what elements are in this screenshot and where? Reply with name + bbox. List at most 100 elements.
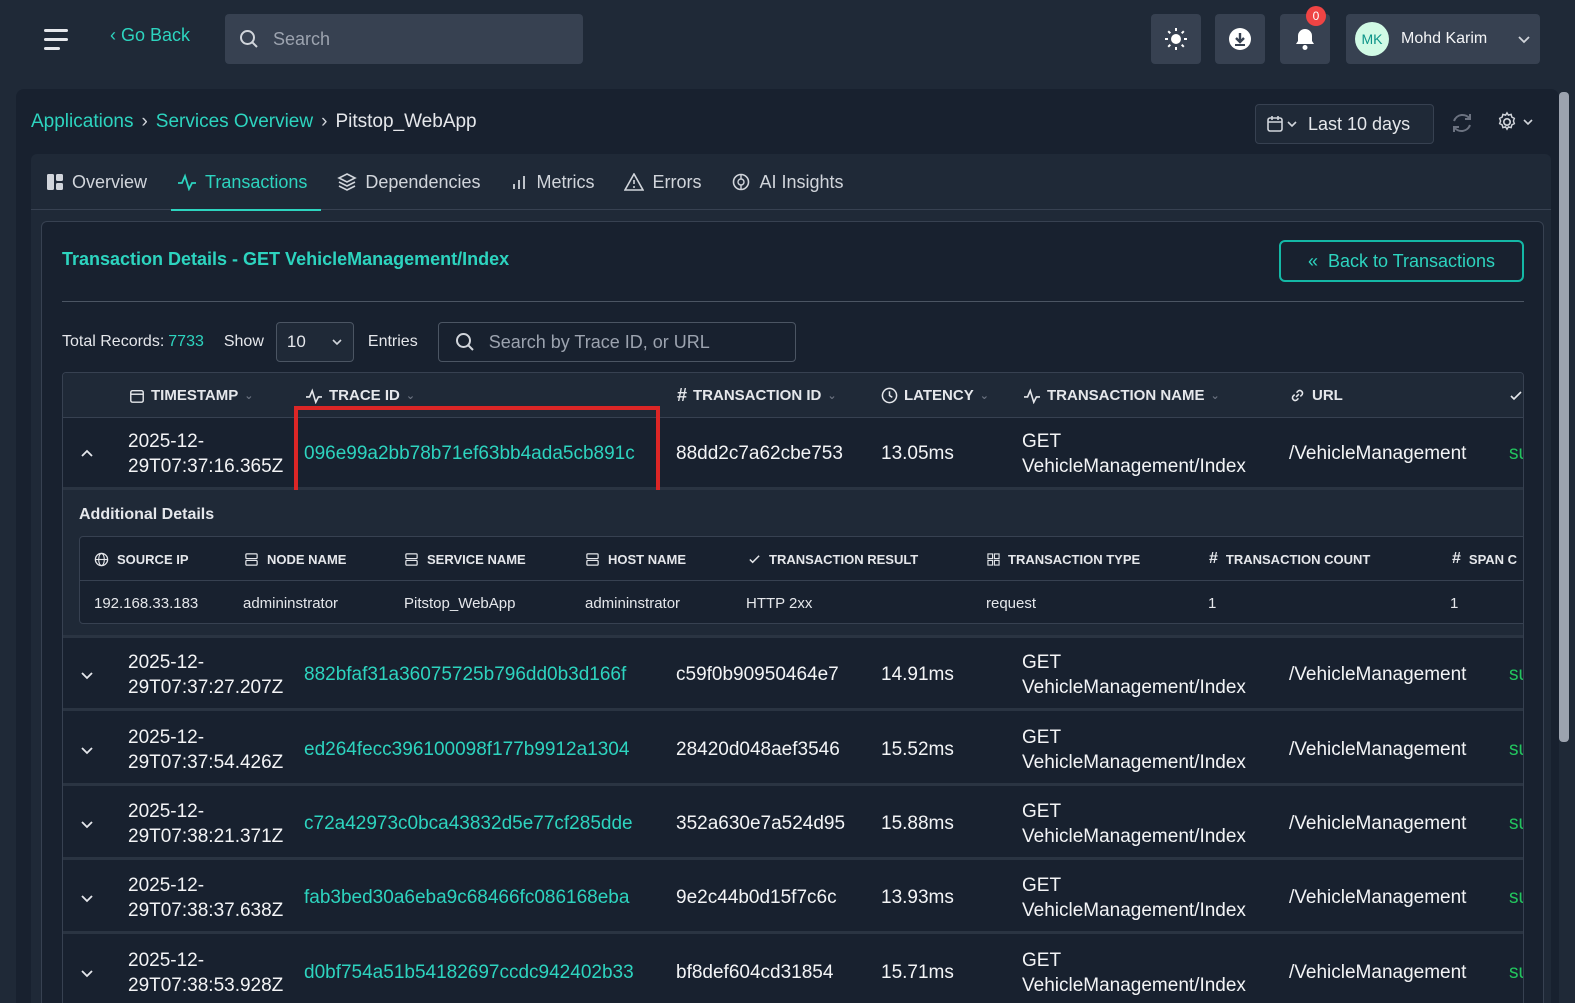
table-row[interactable]: 2025-12- 29T07:38:37.638Z fab3bed30a6eba9…	[63, 862, 1523, 934]
breadcrumb-applications[interactable]: Applications	[31, 111, 133, 133]
page-scrollbar[interactable]	[1559, 92, 1569, 742]
tab-ai-insights[interactable]: AI Insights	[731, 154, 857, 210]
column-label: TRANSACTION NAME	[1047, 387, 1205, 404]
sort-icon[interactable]: ⌄	[980, 389, 989, 402]
transaction-name-cell: GET VehicleManagement/Index	[1022, 862, 1246, 934]
endpoint-label: VehicleManagement/Index	[1022, 677, 1246, 698]
go-back-link[interactable]: ‹ Go Back	[110, 25, 190, 46]
url-cell: /VehicleManagement	[1289, 887, 1467, 908]
refresh-icon	[1453, 114, 1471, 132]
trace-id-link[interactable]: 096e99a2bb78b71ef63bb4ada5cb891c	[304, 418, 635, 490]
source-ip-value: 192.168.33.183	[94, 594, 199, 612]
expand-row-button[interactable]	[79, 639, 95, 711]
expand-row-button[interactable]	[79, 937, 95, 1003]
expand-row-button[interactable]	[79, 788, 95, 860]
timestamp-cell: 2025-12- 29T07:37:54.426Z	[128, 714, 288, 786]
column-label: TIMESTAMP	[151, 387, 239, 404]
chevron-up-icon	[81, 449, 93, 457]
collapse-row-button[interactable]	[79, 418, 95, 490]
table-row[interactable]: 2025-12- 29T07:37:27.207Z 882bfaf31a36075…	[63, 639, 1523, 711]
latency-cell: 15.88ms	[881, 813, 954, 834]
chevron-down-icon	[332, 339, 342, 346]
notifications-button[interactable]: 0	[1280, 6, 1330, 64]
endpoint-label: VehicleManagement/Index	[1022, 975, 1246, 996]
timestamp-time: 29T07:38:21.371Z	[128, 826, 284, 847]
tab-bar: Overview Transactions Dependencies Metri…	[31, 154, 1551, 211]
entries-label: Entries	[367, 333, 418, 350]
column-transaction-id[interactable]: # TRANSACTION ID ⌄	[677, 373, 837, 418]
endpoint-label: VehicleManagement/Index	[1022, 826, 1246, 847]
theme-toggle-button[interactable]	[1151, 14, 1201, 64]
column-trace-id[interactable]: TRACE ID ⌄	[305, 373, 415, 418]
tab-dependencies[interactable]: Dependencies	[337, 154, 494, 210]
sort-icon[interactable]: ⌄	[406, 389, 415, 402]
sort-icon[interactable]: ⌄	[827, 389, 836, 402]
details-column-label: SERVICE NAME	[427, 551, 526, 567]
table-row[interactable]: 2025-12- 29T07:38:21.371Z c72a42973c0bca4…	[63, 788, 1523, 860]
service-panel: Overview Transactions Dependencies Metri…	[31, 154, 1551, 1003]
tab-errors[interactable]: Errors	[624, 154, 715, 210]
trace-id-link[interactable]: fab3bed30a6eba9c68466fc086168eba	[304, 862, 629, 934]
table-search-input[interactable]	[488, 331, 779, 353]
table-row[interactable]: 2025-12- 29T07:37:16.365Z 096e99a2bb78b71…	[63, 418, 1523, 490]
page-size-select[interactable]: 10	[275, 322, 354, 362]
column-url[interactable]: URL	[1289, 373, 1343, 418]
chevron-down-icon	[1287, 121, 1297, 128]
column-label: URL	[1312, 387, 1343, 404]
column-latency[interactable]: LATENCY ⌄	[881, 373, 989, 418]
expand-row-button[interactable]	[79, 862, 95, 934]
gear-icon	[1498, 111, 1516, 131]
additional-details-table: SOURCE IP NODE NAME SERVICE NAME HOST NA…	[79, 536, 1523, 624]
column-transaction-name[interactable]: TRANSACTION NAME ⌄	[1023, 373, 1220, 418]
avatar: MK	[1355, 22, 1389, 56]
table-row[interactable]: 2025-12- 29T07:38:53.928Z d0bf754a51b5418…	[63, 937, 1523, 1003]
global-search-input[interactable]	[273, 28, 553, 50]
search-icon	[455, 333, 474, 351]
tab-label: AI Insights	[759, 171, 844, 192]
service-name-value: Pitstop_WebApp	[404, 594, 516, 612]
activity-icon	[1024, 387, 1040, 404]
chevron-down-icon	[81, 895, 93, 903]
table-row[interactable]: 2025-12- 29T07:37:54.426Z ed264fecc396100…	[63, 714, 1523, 786]
timestamp-date: 2025-12-	[128, 727, 205, 748]
table-search[interactable]	[437, 322, 796, 362]
trace-id-link[interactable]: c72a42973c0bca43832d5e77cf285dde	[304, 788, 633, 860]
chevron-down-icon	[1523, 119, 1533, 126]
trace-id-link[interactable]: d0bf754a51b54182697ccdc942402b33	[304, 937, 634, 1003]
tab-transactions[interactable]: Transactions	[171, 154, 322, 211]
total-records-value: 7733	[168, 333, 204, 350]
transaction-id-cell: 88dd2c7a62cbe753	[676, 443, 843, 464]
trace-id-link[interactable]: 882bfaf31a36075725b796dd0b3d166f	[304, 639, 626, 711]
date-range-picker[interactable]: Last 10 days	[1255, 104, 1434, 144]
trace-id-link[interactable]: ed264fecc396100098f177b9912a1304	[304, 714, 629, 786]
divider	[62, 301, 1524, 302]
global-search[interactable]	[225, 14, 583, 64]
dashboard-icon	[47, 174, 63, 190]
details-column-label: TRANSACTION COUNT	[1225, 551, 1371, 567]
tab-overview[interactable]: Overview	[46, 154, 161, 210]
timestamp-time: 29T07:37:54.426Z	[128, 752, 284, 773]
breadcrumb-services-overview[interactable]: Services Overview	[156, 111, 313, 133]
timestamp-date: 2025-12-	[128, 801, 205, 822]
user-name: Mohd Karim	[1401, 30, 1488, 47]
timestamp-date: 2025-12-	[128, 950, 205, 971]
column-timestamp[interactable]: TIMESTAMP ⌄	[129, 373, 253, 418]
download-button[interactable]	[1215, 14, 1265, 64]
refresh-button[interactable]	[1450, 111, 1474, 140]
back-to-transactions-button[interactable]: « Back to Transactions	[1279, 240, 1524, 282]
menu-icon[interactable]	[44, 22, 78, 56]
additional-details-title: Additional Details	[79, 506, 215, 523]
hash-icon: #	[1452, 550, 1461, 567]
expand-row-button[interactable]	[79, 714, 95, 786]
show-label: Show	[223, 333, 264, 350]
check-icon	[749, 554, 760, 563]
sort-icon[interactable]: ⌄	[1211, 389, 1220, 402]
settings-menu[interactable]	[1496, 111, 1534, 133]
user-menu[interactable]: MK Mohd Karim	[1346, 14, 1540, 64]
sort-icon[interactable]: ⌄	[244, 389, 253, 402]
activity-icon	[178, 173, 197, 191]
transaction-details-card: Transaction Details - GET VehicleManagem…	[41, 221, 1544, 1003]
transaction-result-value: HTTP 2xx	[746, 594, 813, 612]
column-status[interactable]	[1509, 373, 1523, 418]
tab-metrics[interactable]: Metrics	[510, 154, 608, 210]
